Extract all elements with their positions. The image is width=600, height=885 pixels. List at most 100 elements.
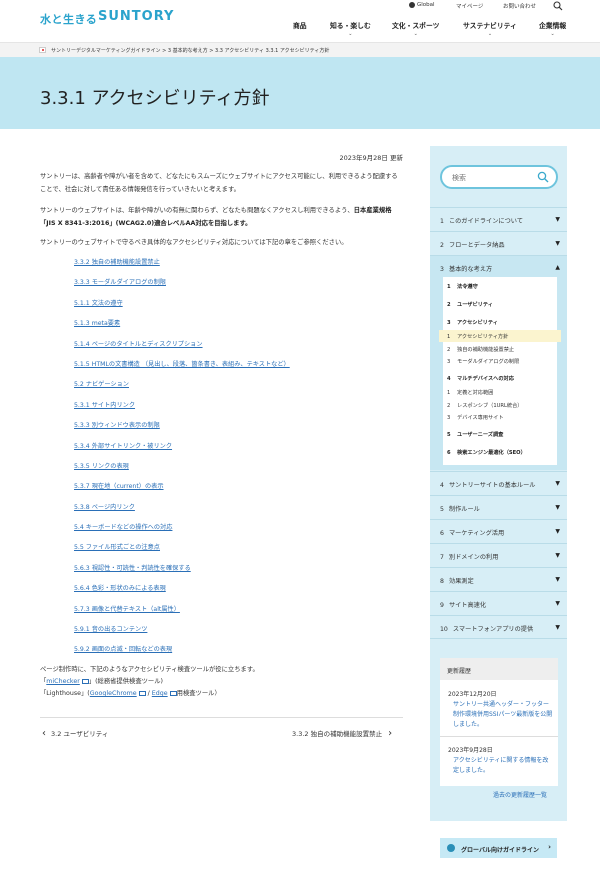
search-icon[interactable] bbox=[537, 171, 549, 183]
subnav-item[interactable]: 5 ユーザーニーズ調査 bbox=[447, 431, 503, 438]
chevron-down-icon: ⌄ bbox=[487, 31, 493, 37]
subnav-item[interactable]: 2 ユーザビリティ bbox=[447, 301, 493, 308]
tool-lighthouse: 「Lighthouse」(GoogleChrome / Edge 用検査ツール） bbox=[40, 690, 221, 697]
triangle-down-icon: ▼ bbox=[555, 624, 560, 631]
sidebar-item-1[interactable]: 1 このガイドラインについて ▼ bbox=[430, 207, 567, 231]
triangle-up-icon: ▲ bbox=[555, 264, 560, 271]
link-5-6-4[interactable]: 5.6.4 色彩・形状のみによる表現 bbox=[74, 584, 290, 604]
subnav-item[interactable]: 3 アクセシビリティ bbox=[447, 319, 498, 326]
search-icon[interactable] bbox=[553, 1, 563, 11]
link-5-9-2[interactable]: 5.9.2 画面の点滅・回転などの表現 bbox=[74, 645, 290, 665]
search-input[interactable] bbox=[452, 172, 532, 184]
logo-tagline[interactable]: 水と生きる bbox=[40, 11, 97, 27]
breadcrumb-trail[interactable]: サントリーデジタルマーケティングガイドライン > 3 基本的な考え方 > 3.3… bbox=[51, 47, 329, 54]
link-5-3-3[interactable]: 5.3.3 別ウィンドウ表示の制限 bbox=[74, 421, 290, 441]
subnav-item[interactable]: 2 独自の補助機能設置禁止 bbox=[447, 346, 514, 353]
link-3-3-3[interactable]: 3.3.3 モーダルダイアログの制限 bbox=[74, 278, 290, 298]
intro-paragraph-3: サントリーのウェブサイトで守るべき具体的なアクセシビリティ対応については下記の章… bbox=[40, 239, 348, 246]
gnav-culture-sports[interactable]: 文化・スポーツ ⌄ bbox=[392, 20, 439, 37]
triangle-down-icon: ▼ bbox=[555, 504, 560, 511]
link-5-3-8[interactable]: 5.3.8 ページ内リンク bbox=[74, 503, 290, 523]
chevron-right-icon: › bbox=[388, 728, 393, 739]
subnav-item[interactable]: 1 定義と対応範囲 bbox=[447, 389, 493, 396]
sidebar-item-4[interactable]: 4 サントリーサイトの基本ルール ▼ bbox=[430, 471, 567, 495]
history-entry-link[interactable]: サントリー共通ヘッダー・フッター制作環境併用SSIパーツ最新版を公開しました。 bbox=[453, 700, 553, 730]
link-5-4[interactable]: 5.4 キーボードなどの操作への対応 bbox=[74, 523, 290, 543]
related-links-list: 3.3.2 独自の補助機能設置禁止 3.3.3 モーダルダイアログの制限 5.1… bbox=[74, 258, 290, 666]
subnav-item[interactable]: 4 マルチデバイスへの対応 bbox=[447, 375, 514, 382]
triangle-down-icon: ▼ bbox=[555, 576, 560, 583]
link-5-5[interactable]: 5.5 ファイル形式ごとの注意点 bbox=[74, 543, 290, 563]
sidebar-item-6[interactable]: 6 マーケティング活用 ▼ bbox=[430, 519, 567, 543]
prev-page-link[interactable]: ‹ 3.2 ユーザビリティ bbox=[42, 728, 108, 739]
next-page-link[interactable]: 3.3.2 独自の補助機能設置禁止 › bbox=[292, 728, 392, 739]
edge-link[interactable]: Edge bbox=[152, 690, 168, 697]
sidebar-item-10[interactable]: 10 スマートフォンアプリの提供 ▼ bbox=[430, 615, 567, 639]
triangle-down-icon: ▼ bbox=[555, 480, 560, 487]
sidebar-item-9[interactable]: 9 サイト高速化 ▼ bbox=[430, 591, 567, 615]
chevron-down-icon: ⌄ bbox=[413, 31, 418, 37]
history-date: 2023年9月28日 bbox=[448, 747, 493, 754]
subnav-item[interactable]: 2 レスポンシブ（1URL統合） bbox=[447, 402, 522, 409]
chevron-down-icon: ⌄ bbox=[550, 31, 555, 37]
googlechrome-link[interactable]: GoogleChrome bbox=[90, 690, 137, 697]
sidebar-subnav: 1 法令遵守 2 ユーザビリティ 3 アクセシビリティ 1 アクセシビリティ方針 2 独自… bbox=[439, 277, 561, 465]
link-5-2[interactable]: 5.2 ナビゲーション bbox=[74, 380, 290, 400]
link-5-1-3[interactable]: 5.1.3 meta要素 bbox=[74, 319, 290, 339]
gnav-learn-enjoy[interactable]: 知る・楽しむ ⌄ bbox=[330, 20, 371, 37]
past-history-link[interactable]: 過去の更新履歴一覧 bbox=[493, 790, 547, 799]
triangle-down-icon: ▼ bbox=[555, 552, 560, 559]
link-5-1-5[interactable]: 5.1.5 HTMLの文書構造 （見出し、段落、箇条書き、表組み、テキストなど） bbox=[74, 360, 290, 380]
triangle-down-icon: ▼ bbox=[555, 528, 560, 535]
link-5-9-1[interactable]: 5.9.1 音の出るコンテンツ bbox=[74, 625, 290, 645]
contact-link[interactable]: お問い合わせ bbox=[503, 2, 536, 10]
link-5-1-4[interactable]: 5.1.4 ページのタイトルとディスクリプション bbox=[74, 340, 290, 360]
tool-michecker: 「miChecker 」(総務省提供検査ツール) bbox=[40, 678, 163, 685]
link-5-7-3[interactable]: 5.7.3 画像と代替テキスト（alt属性） bbox=[74, 605, 290, 625]
subnav-item-active[interactable]: 1 アクセシビリティ方針 bbox=[447, 333, 508, 340]
subnav-item[interactable]: 3 デバイス専用サイト bbox=[447, 414, 504, 421]
michecker-link[interactable]: miChecker bbox=[46, 678, 80, 685]
sidebar-item-8[interactable]: 8 効果測定 ▼ bbox=[430, 567, 567, 591]
mypage-link[interactable]: マイページ bbox=[456, 2, 483, 10]
link-3-3-2[interactable]: 3.3.2 独自の補助機能設置禁止 bbox=[74, 258, 290, 278]
page-title: 3.3.1 アクセシビリティ方針 bbox=[40, 88, 270, 109]
subnav-item[interactable]: 3 モーダルダイアログの制限 bbox=[447, 358, 519, 365]
updated-date: 2023年9月28日 更新 bbox=[339, 154, 403, 162]
gnav-products[interactable]: 商品 bbox=[293, 20, 307, 30]
history-divider bbox=[440, 736, 558, 737]
site-header: 水と生きる SUNTORY Global マイページ お問い合わせ 商品 知る・… bbox=[0, 0, 600, 42]
home-icon[interactable] bbox=[39, 47, 46, 53]
sidebar-item-2[interactable]: 2 フローとデータ納品 ▼ bbox=[430, 231, 567, 255]
content-divider bbox=[40, 717, 403, 718]
chevron-left-icon: ‹ bbox=[42, 728, 46, 739]
link-5-3-7[interactable]: 5.3.7 現在地（current）の表示 bbox=[74, 482, 290, 502]
suntory-logo[interactable]: SUNTORY bbox=[98, 9, 174, 24]
external-link-icon bbox=[81, 678, 89, 684]
link-5-3-1[interactable]: 5.3.1 サイト内リンク bbox=[74, 401, 290, 421]
globe-icon bbox=[409, 2, 415, 8]
history-title: 更新履歴 bbox=[440, 658, 558, 680]
gnav-sustainability[interactable]: サステナビリティ ⌄ bbox=[463, 20, 517, 37]
subnav-item[interactable]: 6 検索エンジン最適化（SEO） bbox=[447, 449, 526, 456]
external-link-icon bbox=[169, 690, 177, 696]
subnav-item[interactable]: 1 法令遵守 bbox=[447, 283, 478, 290]
history-entry-link[interactable]: アクセシビリティに関する情報を改定しました。 bbox=[453, 756, 553, 776]
breadcrumb: サントリーデジタルマーケティングガイドライン > 3 基本的な考え方 > 3.3… bbox=[0, 42, 600, 57]
gnav-corporate[interactable]: 企業情報 ⌄ bbox=[539, 20, 566, 37]
intro-paragraph-1: サントリーは、高齢者や障がい者を含めて、どなたにもスムーズにウェブサイトにアクセ… bbox=[40, 173, 398, 193]
intro-paragraph-2: サントリーのウェブサイトは、年齢や障がいの有無に関わらず、どなたも問題なくアクセ… bbox=[40, 207, 392, 227]
link-5-6-3[interactable]: 5.6.3 視認性・可読性・判読性を確保する bbox=[74, 564, 290, 584]
page-hero: 3.3.1 アクセシビリティ方針 bbox=[0, 57, 600, 129]
history-date: 2023年12月20日 bbox=[448, 691, 497, 698]
chevron-right-icon: › bbox=[548, 843, 551, 851]
link-5-3-4[interactable]: 5.3.4 外部サイトリンク・被リンク bbox=[74, 442, 290, 462]
tools-section: ページ制作時に、下記のようなアクセシビリティ検査ツールが役に立ちます。 「miC… bbox=[40, 664, 259, 700]
sidebar-item-5[interactable]: 5 制作ルール ▼ bbox=[430, 495, 567, 519]
sidebar-item-7[interactable]: 7 別ドメインの利用 ▼ bbox=[430, 543, 567, 567]
triangle-down-icon: ▼ bbox=[555, 240, 560, 247]
link-5-1-1[interactable]: 5.1.1 文法の遵守 bbox=[74, 299, 290, 319]
link-5-3-5[interactable]: 5.3.5 リンクの表現 bbox=[74, 462, 290, 482]
global-guideline-button[interactable]: グローバル向けガイドライン › bbox=[440, 838, 557, 858]
global-link[interactable]: Global bbox=[409, 2, 435, 8]
